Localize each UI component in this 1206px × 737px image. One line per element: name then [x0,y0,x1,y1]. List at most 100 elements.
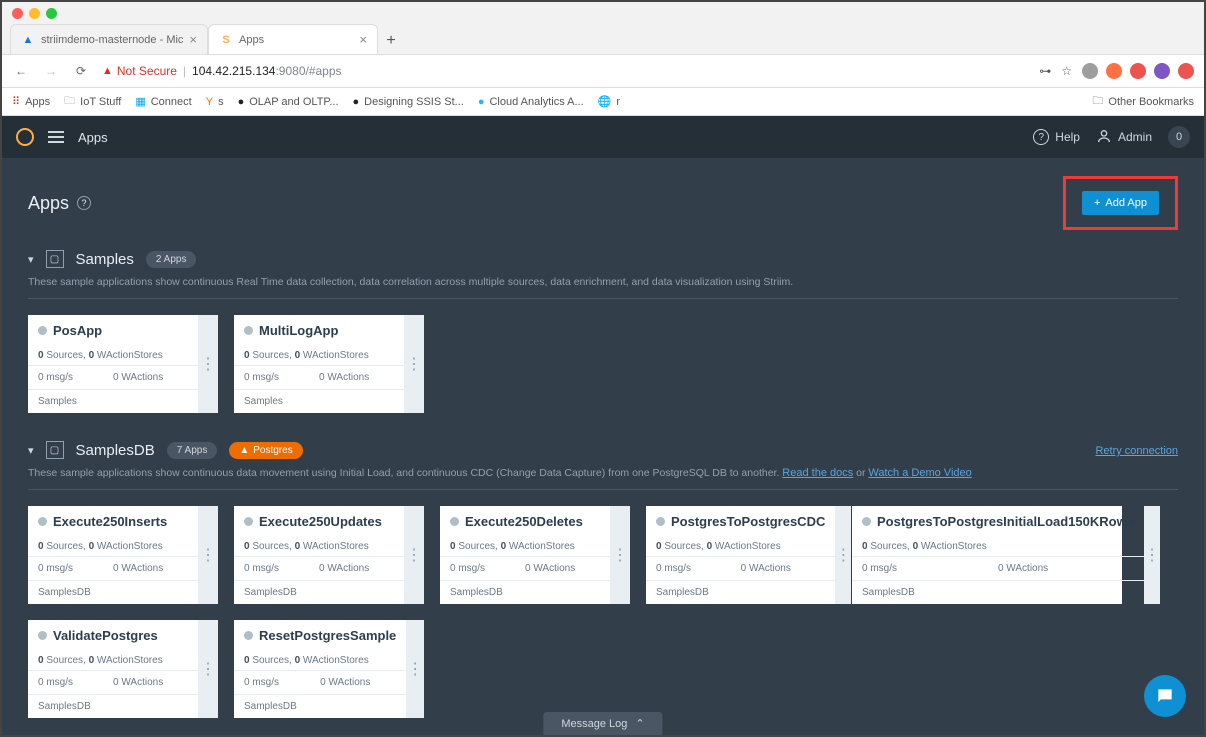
notification-badge[interactable]: 0 [1168,126,1190,148]
tab-title: Apps [239,34,264,46]
app-namespace-label: SamplesDB [28,580,198,604]
bookmark-star-icon[interactable]: ☆ [1061,64,1072,78]
app-card[interactable]: Execute250Inserts 0 Sources, 0 WActionSt… [28,506,218,604]
key-icon[interactable]: ⊶ [1039,64,1051,78]
docs-link[interactable]: Read the docs [782,467,853,479]
app-card[interactable]: PosApp 0 Sources, 0 WActionStores 0 msg/… [28,315,218,413]
hamburger-menu-icon[interactable] [48,131,64,143]
add-app-button[interactable]: + Add App [1082,191,1159,215]
demo-video-link[interactable]: Watch a Demo Video [868,467,971,479]
maximize-window-icon[interactable] [46,8,57,19]
status-dot-icon [38,326,47,335]
chevron-down-icon[interactable]: ▾ [28,444,34,457]
nav-forward-button[interactable]: → [42,64,60,78]
app-card[interactable]: ResetPostgresSample 0 Sources, 0 WAction… [234,620,424,718]
mac-titlebar [2,2,1204,24]
status-dot-icon [244,517,253,526]
app-card-menu-button[interactable]: ⋮ [835,506,851,604]
nav-reload-button[interactable]: ⟳ [72,64,90,78]
striim-topbar: Apps ? Help Admin 0 [2,116,1204,158]
app-cards: Execute250Inserts 0 Sources, 0 WActionSt… [28,506,1178,718]
app-card-title: MultiLogApp [234,315,404,346]
app-card[interactable]: PostgresToPostgresInitialLoad150KRows 0 … [852,506,1122,604]
extension-icon[interactable] [1154,63,1170,79]
app-namespace-label: SamplesDB [234,694,406,718]
extension-icon[interactable] [1178,63,1194,79]
extension-icon[interactable] [1082,63,1098,79]
app-card-menu-button[interactable]: ⋮ [406,620,424,718]
other-bookmarks-button[interactable]: 🗀Other Bookmarks [1092,92,1194,111]
app-count-badge: 2 Apps [146,251,197,268]
bookmark-item[interactable]: ●OLAP and OLTP... [238,96,339,108]
address-bar[interactable]: ▲ Not Secure | 104.42.215.134:9080/#apps [102,64,342,78]
status-dot-icon [38,517,47,526]
app-card-menu-button[interactable]: ⋮ [404,506,424,604]
warning-tag: ▲Postgres [229,442,302,459]
help-circle-icon: ? [1033,129,1049,145]
message-log-toggle[interactable]: Message Log ⌃ [543,712,662,735]
app-card-title: ResetPostgresSample [234,620,406,651]
section-description: These sample applications show continuou… [28,467,1178,490]
tab-favicon-icon: S [219,33,233,47]
app-metrics-row: 0 msg/s 0 WActions [28,670,198,694]
app-stats-line: 0 Sources, 0 WActionStores [28,346,198,365]
bookmark-item[interactable]: 🌐r [598,95,620,108]
topbar-title: Apps [78,130,108,145]
app-card-menu-button[interactable]: ⋮ [198,620,218,718]
app-metrics-row: 0 msg/s 0 WActions [234,365,404,389]
app-namespace-label: SamplesDB [234,580,404,604]
app-card-title: ValidatePostgres [28,620,198,651]
chat-fab-button[interactable] [1144,675,1186,717]
bookmark-icon: ● [353,96,360,108]
minimize-window-icon[interactable] [29,8,40,19]
new-tab-button[interactable]: + [378,28,404,54]
bookmark-item[interactable]: ⠿Apps [12,95,50,108]
app-stats-line: 0 Sources, 0 WActionStores [28,651,198,670]
app-card[interactable]: ValidatePostgres 0 Sources, 0 WActionSto… [28,620,218,718]
app-card-menu-button[interactable]: ⋮ [1144,506,1160,604]
striim-logo-icon[interactable] [16,128,34,146]
bookmark-item[interactable]: ▦Connect [135,95,191,108]
folder-icon: 🗀 [1092,92,1103,111]
chevron-down-icon[interactable]: ▾ [28,253,34,266]
tab-close-icon[interactable]: × [189,32,197,47]
app-card[interactable]: Execute250Updates 0 Sources, 0 WActionSt… [234,506,424,604]
app-card-menu-button[interactable]: ⋮ [198,506,218,604]
app-metrics-row: 0 msg/s 0 WActions [234,670,406,694]
app-card[interactable]: MultiLogApp 0 Sources, 0 WActionStores 0… [234,315,424,413]
app-card-menu-button[interactable]: ⋮ [198,315,218,413]
namespace-section: ▾ ▢ SamplesDB 7 Apps ▲Postgres Retry con… [28,441,1178,718]
namespace-section: ▾ ▢ Samples 2 Apps These sample applicat… [28,250,1178,413]
vertical-dots-icon: ⋮ [406,354,422,374]
bookmark-item[interactable]: 🗀IoT Stuff [64,92,121,111]
close-window-icon[interactable] [12,8,23,19]
extension-icon[interactable] [1106,63,1122,79]
vertical-dots-icon: ⋮ [612,545,628,565]
browser-tab[interactable]: ▲striimdemo-masternode - Mic× [10,24,208,54]
bookmark-icon: ⠿ [12,95,20,108]
app-card-menu-button[interactable]: ⋮ [404,315,424,413]
bookmark-item[interactable]: Ys [206,96,224,108]
app-card-title: PosApp [28,315,198,346]
bookmark-icon: 🌐 [598,95,612,108]
browser-tab[interactable]: S Apps × [208,24,378,54]
not-secure-warning: ▲ Not Secure [102,64,177,78]
app-card-title: Execute250Deletes [440,506,610,537]
status-dot-icon [450,517,459,526]
app-card[interactable]: Execute250Deletes 0 Sources, 0 WActionSt… [440,506,630,604]
app-card-menu-button[interactable]: ⋮ [610,506,630,604]
bookmark-item[interactable]: ●Designing SSIS St... [353,96,464,108]
add-app-highlight: + Add App [1063,176,1178,230]
bookmark-icon: Y [206,96,213,108]
info-icon[interactable]: ? [77,196,91,210]
help-button[interactable]: ? Help [1033,129,1080,145]
nav-back-button[interactable]: ← [12,64,30,78]
retry-connection-link[interactable]: Retry connection [1095,445,1178,457]
app-card[interactable]: PostgresToPostgresCDC 0 Sources, 0 WActi… [646,506,836,604]
user-icon [1096,128,1112,147]
tab-close-icon[interactable]: × [359,32,367,47]
bookmark-item[interactable]: ●Cloud Analytics A... [478,96,584,108]
section-title: Samples [76,251,134,268]
admin-button[interactable]: Admin [1096,128,1152,147]
extension-icon[interactable] [1130,63,1146,79]
